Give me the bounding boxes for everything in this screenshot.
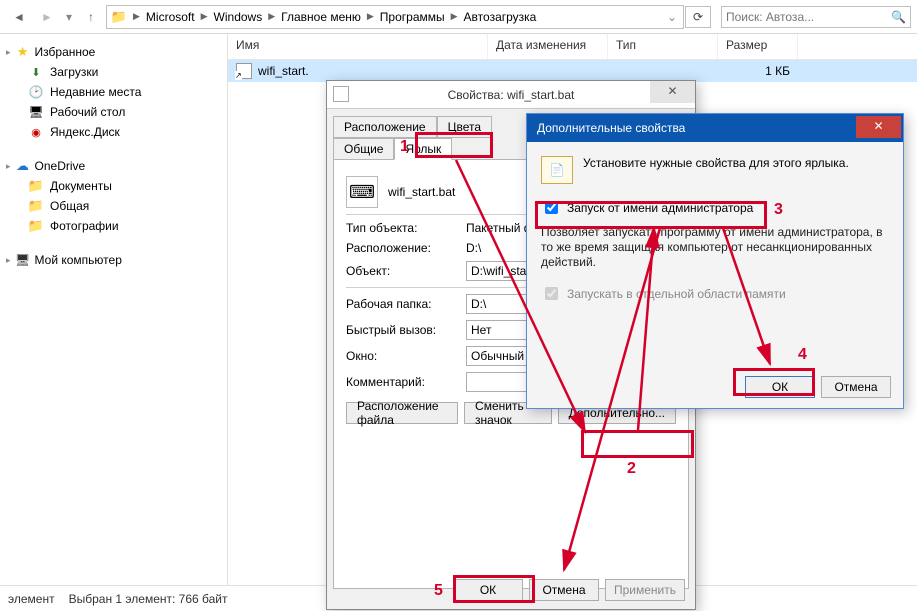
refresh-button[interactable]: ⟳	[685, 6, 711, 28]
tab-colors[interactable]: Цвета	[437, 116, 492, 138]
chevron-right-icon: ▶	[266, 11, 277, 22]
filename-label: wifi_start.bat	[388, 185, 455, 199]
col-type[interactable]: Тип	[608, 34, 718, 59]
forward-button[interactable]: ►	[34, 5, 60, 29]
breadcrumb-item[interactable]: Главное меню	[277, 6, 365, 28]
folder-icon	[28, 198, 44, 214]
app-icon	[333, 86, 349, 102]
admin-explanation: Позволяет запускать программу от имени а…	[541, 225, 889, 270]
label-comment: Комментарий:	[346, 375, 456, 389]
dialog-title: Свойства: wifi_start.bat	[448, 88, 575, 102]
close-button[interactable]: ✕	[650, 81, 695, 103]
recent-icon	[28, 84, 44, 100]
cancel-button[interactable]: Отмена	[529, 579, 599, 601]
nav-photos[interactable]: Фотографии	[2, 216, 225, 236]
nav-shared[interactable]: Общая	[2, 196, 225, 216]
breadcrumb-item[interactable]: Windows	[210, 6, 267, 28]
dialog-titlebar[interactable]: Свойства: wifi_start.bat ✕	[327, 81, 695, 109]
breadcrumb-item[interactable]: Программы	[376, 6, 449, 28]
file-type-icon: ⌨	[346, 176, 378, 208]
column-headers[interactable]: Имя Дата изменения Тип Размер	[228, 34, 917, 60]
label-hotkey: Быстрый вызов:	[346, 323, 456, 337]
file-row[interactable]: wifi_start. 1 КБ	[228, 60, 917, 82]
nav-item-label: Мой компьютер	[35, 253, 122, 267]
up-button[interactable]: ↑	[78, 5, 104, 29]
search-icon: 🔍	[891, 10, 906, 24]
back-button[interactable]: ◄	[6, 5, 32, 29]
nav-item-label: Загрузки	[50, 65, 98, 79]
download-icon	[28, 64, 44, 80]
ok-button[interactable]: ОК	[453, 579, 523, 601]
cancel-button[interactable]: Отмена	[821, 376, 891, 398]
file-size: 1 КБ	[718, 62, 798, 80]
col-date[interactable]: Дата изменения	[488, 34, 608, 59]
label-type: Тип объекта:	[346, 221, 456, 235]
file-name: wifi_start.	[258, 64, 309, 78]
nav-item-label: Документы	[50, 179, 112, 193]
nav-item-label: Недавние места	[50, 85, 141, 99]
status-selection: Выбран 1 элемент: 766 байт	[69, 592, 228, 606]
info-icon: 📄	[541, 156, 573, 184]
explorer-toolbar: ◄ ► ▾ ↑ ▶ Microsoft ▶ Windows ▶ Главное …	[0, 0, 917, 34]
nav-pane: ▸Избранное Загрузки Недавние места Рабоч…	[0, 34, 228, 585]
col-size[interactable]: Размер	[718, 34, 798, 59]
cloud-icon	[15, 158, 31, 174]
dialog-title: Дополнительные свойства	[537, 121, 685, 135]
breadcrumb-item[interactable]: Автозагрузка	[460, 6, 541, 28]
label-window: Окно:	[346, 349, 456, 363]
ok-button[interactable]: ОК	[745, 376, 815, 398]
tab-general[interactable]: Общие	[333, 138, 394, 160]
onedrive-header[interactable]: ▸OneDrive	[2, 156, 225, 176]
nav-desktop[interactable]: Рабочий стол	[2, 102, 225, 122]
dialog-titlebar[interactable]: Дополнительные свойства	[527, 114, 903, 142]
tab-shortcut[interactable]: Ярлык	[394, 138, 452, 160]
nav-documents[interactable]: Документы	[2, 176, 225, 196]
label-workdir: Рабочая папка:	[346, 297, 456, 311]
shortcut-icon	[236, 63, 252, 79]
star-icon	[15, 44, 31, 60]
recent-dropdown[interactable]: ▾	[62, 5, 76, 29]
run-as-admin-checkbox[interactable]	[545, 201, 558, 214]
breadcrumb-item[interactable]: Microsoft	[142, 6, 199, 28]
separate-memory-checkbox	[545, 287, 558, 300]
label-location: Расположение:	[346, 241, 456, 255]
close-button[interactable]: ✕	[856, 116, 901, 138]
nav-item-label: Фотографии	[50, 219, 119, 233]
advanced-properties-dialog: Дополнительные свойства ✕ 📄 Установите н…	[526, 113, 904, 409]
my-computer-header[interactable]: ▸Мой компьютер	[2, 250, 225, 270]
pc-icon	[15, 252, 31, 268]
info-text: Установите нужные свойства для этого ярл…	[583, 156, 849, 170]
folder-icon	[28, 178, 44, 194]
folder-icon	[111, 9, 127, 25]
chevron-right-icon: ▶	[131, 11, 142, 22]
nav-item-label: Рабочий стол	[50, 105, 125, 119]
chevron-right-icon: ▶	[199, 11, 210, 22]
chevron-right-icon: ▶	[365, 11, 376, 22]
chevron-right-icon: ▶	[449, 11, 460, 22]
status-count: элемент	[8, 592, 55, 606]
value-location: D:\	[466, 241, 481, 255]
open-file-location-button[interactable]: Расположение файла	[346, 402, 458, 424]
run-as-admin-label: Запуск от имени администратора	[567, 201, 753, 215]
favorites-header[interactable]: ▸Избранное	[2, 42, 225, 62]
nav-recent[interactable]: Недавние места	[2, 82, 225, 102]
address-dropdown-icon[interactable]: ⌄	[661, 10, 683, 24]
search-placeholder: Поиск: Автоза...	[726, 10, 814, 24]
tab-location[interactable]: Расположение	[333, 116, 437, 138]
nav-item-label: OneDrive	[35, 159, 86, 173]
nav-yandex-disk[interactable]: Яндекс.Диск	[2, 122, 225, 142]
nav-downloads[interactable]: Загрузки	[2, 62, 225, 82]
nav-item-label: Общая	[50, 199, 89, 213]
col-name[interactable]: Имя	[228, 34, 488, 59]
disk-icon	[28, 124, 44, 140]
nav-item-label: Яндекс.Диск	[50, 125, 120, 139]
folder-icon	[28, 218, 44, 234]
address-bar[interactable]: ▶ Microsoft ▶ Windows ▶ Главное меню ▶ П…	[106, 5, 684, 29]
label-target: Объект:	[346, 264, 456, 278]
apply-button[interactable]: Применить	[605, 579, 685, 601]
favorites-label: Избранное	[35, 45, 96, 59]
search-input[interactable]: Поиск: Автоза... 🔍	[721, 6, 911, 28]
desktop-icon	[28, 104, 44, 120]
separate-memory-label: Запускать в отдельной области памяти	[567, 287, 786, 301]
